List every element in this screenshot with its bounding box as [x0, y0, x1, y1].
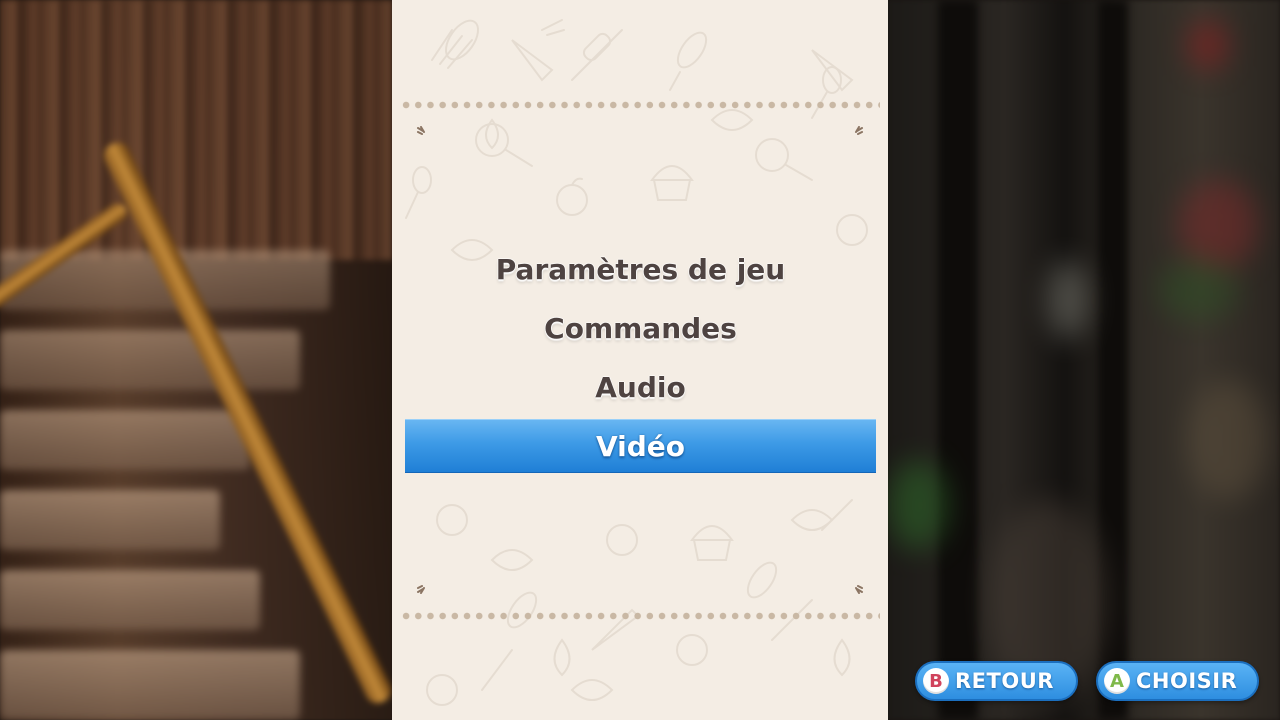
- game-screen: Paramètres de jeu Commandes Audio Vidéo …: [0, 0, 1280, 720]
- back-label: RETOUR: [955, 669, 1054, 693]
- a-button-icon: A: [1104, 668, 1130, 694]
- corner-ornament-icon: [417, 585, 425, 594]
- select-label: CHOISIR: [1136, 669, 1238, 693]
- menu-item-video[interactable]: Vidéo: [405, 419, 876, 473]
- background-bookshelf: [0, 0, 392, 260]
- background-shop: [888, 0, 1280, 720]
- menu-item-controls[interactable]: Commandes: [405, 299, 876, 358]
- dotted-divider-top: [400, 101, 880, 109]
- options-menu-panel: Paramètres de jeu Commandes Audio Vidéo: [392, 0, 888, 720]
- menu-item-audio[interactable]: Audio: [405, 358, 876, 417]
- options-menu-list: Paramètres de jeu Commandes Audio Vidéo: [405, 240, 876, 473]
- b-button-icon: B: [923, 668, 949, 694]
- background-staircase: [0, 0, 396, 720]
- dotted-divider-bottom: [400, 612, 880, 620]
- corner-ornament-icon: [417, 126, 425, 135]
- menu-item-game-settings[interactable]: Paramètres de jeu: [405, 240, 876, 299]
- corner-ornament-icon: [855, 585, 863, 594]
- corner-ornament-icon: [855, 126, 863, 135]
- select-button[interactable]: A CHOISIR: [1096, 661, 1259, 701]
- back-button[interactable]: B RETOUR: [915, 661, 1078, 701]
